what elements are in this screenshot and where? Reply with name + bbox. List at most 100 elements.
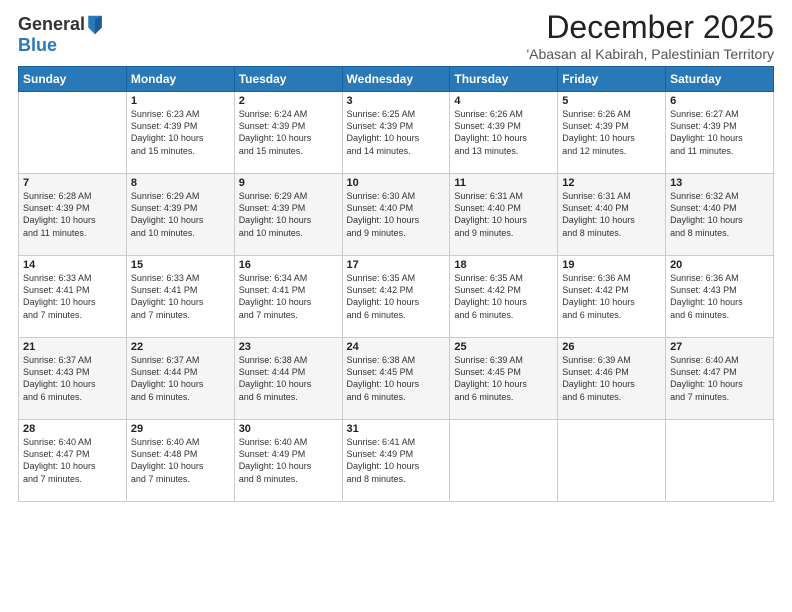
day-cell: 22Sunrise: 6:37 AM Sunset: 4:44 PM Dayli… (126, 338, 234, 420)
day-number: 11 (454, 177, 553, 189)
day-number: 3 (347, 95, 446, 107)
day-info: Sunrise: 6:40 AM Sunset: 4:48 PM Dayligh… (131, 436, 230, 485)
day-number: 24 (347, 341, 446, 353)
week-row-5: 28Sunrise: 6:40 AM Sunset: 4:47 PM Dayli… (19, 420, 774, 502)
day-cell (450, 420, 558, 502)
day-info: Sunrise: 6:33 AM Sunset: 4:41 PM Dayligh… (131, 272, 230, 321)
day-info: Sunrise: 6:40 AM Sunset: 4:47 PM Dayligh… (670, 354, 769, 403)
day-cell: 28Sunrise: 6:40 AM Sunset: 4:47 PM Dayli… (19, 420, 127, 502)
day-cell: 16Sunrise: 6:34 AM Sunset: 4:41 PM Dayli… (234, 256, 342, 338)
day-number: 23 (239, 341, 338, 353)
day-cell: 17Sunrise: 6:35 AM Sunset: 4:42 PM Dayli… (342, 256, 450, 338)
day-number: 5 (562, 95, 661, 107)
day-number: 14 (23, 259, 122, 271)
day-cell: 8Sunrise: 6:29 AM Sunset: 4:39 PM Daylig… (126, 174, 234, 256)
title-block: December 2025 'Abasan al Kabirah, Palest… (526, 10, 774, 62)
day-cell: 6Sunrise: 6:27 AM Sunset: 4:39 PM Daylig… (666, 92, 774, 174)
day-number: 16 (239, 259, 338, 271)
day-cell: 15Sunrise: 6:33 AM Sunset: 4:41 PM Dayli… (126, 256, 234, 338)
day-number: 19 (562, 259, 661, 271)
day-cell: 11Sunrise: 6:31 AM Sunset: 4:40 PM Dayli… (450, 174, 558, 256)
day-info: Sunrise: 6:23 AM Sunset: 4:39 PM Dayligh… (131, 108, 230, 157)
day-info: Sunrise: 6:28 AM Sunset: 4:39 PM Dayligh… (23, 190, 122, 239)
day-number: 13 (670, 177, 769, 189)
day-number: 2 (239, 95, 338, 107)
day-cell: 9Sunrise: 6:29 AM Sunset: 4:39 PM Daylig… (234, 174, 342, 256)
week-row-1: 1Sunrise: 6:23 AM Sunset: 4:39 PM Daylig… (19, 92, 774, 174)
day-info: Sunrise: 6:25 AM Sunset: 4:39 PM Dayligh… (347, 108, 446, 157)
day-cell: 1Sunrise: 6:23 AM Sunset: 4:39 PM Daylig… (126, 92, 234, 174)
logo-blue: Blue (18, 35, 57, 55)
day-number: 15 (131, 259, 230, 271)
day-number: 29 (131, 423, 230, 435)
day-cell: 7Sunrise: 6:28 AM Sunset: 4:39 PM Daylig… (19, 174, 127, 256)
day-info: Sunrise: 6:29 AM Sunset: 4:39 PM Dayligh… (239, 190, 338, 239)
day-info: Sunrise: 6:39 AM Sunset: 4:46 PM Dayligh… (562, 354, 661, 403)
header-row: SundayMondayTuesdayWednesdayThursdayFrid… (19, 67, 774, 92)
day-cell: 29Sunrise: 6:40 AM Sunset: 4:48 PM Dayli… (126, 420, 234, 502)
day-number: 27 (670, 341, 769, 353)
day-number: 25 (454, 341, 553, 353)
day-cell: 19Sunrise: 6:36 AM Sunset: 4:42 PM Dayli… (558, 256, 666, 338)
day-info: Sunrise: 6:26 AM Sunset: 4:39 PM Dayligh… (454, 108, 553, 157)
day-cell: 3Sunrise: 6:25 AM Sunset: 4:39 PM Daylig… (342, 92, 450, 174)
day-number: 7 (23, 177, 122, 189)
day-number: 28 (23, 423, 122, 435)
day-cell: 27Sunrise: 6:40 AM Sunset: 4:47 PM Dayli… (666, 338, 774, 420)
day-number: 31 (347, 423, 446, 435)
day-cell: 30Sunrise: 6:40 AM Sunset: 4:49 PM Dayli… (234, 420, 342, 502)
day-number: 30 (239, 423, 338, 435)
day-cell (558, 420, 666, 502)
month-title: December 2025 (526, 10, 774, 45)
day-cell: 14Sunrise: 6:33 AM Sunset: 4:41 PM Dayli… (19, 256, 127, 338)
day-cell: 20Sunrise: 6:36 AM Sunset: 4:43 PM Dayli… (666, 256, 774, 338)
logo-general: General (18, 15, 85, 35)
day-cell: 25Sunrise: 6:39 AM Sunset: 4:45 PM Dayli… (450, 338, 558, 420)
day-number: 4 (454, 95, 553, 107)
col-header-wednesday: Wednesday (342, 67, 450, 92)
day-cell: 21Sunrise: 6:37 AM Sunset: 4:43 PM Dayli… (19, 338, 127, 420)
day-info: Sunrise: 6:34 AM Sunset: 4:41 PM Dayligh… (239, 272, 338, 321)
day-number: 9 (239, 177, 338, 189)
header: General Blue December 2025 'Abasan al Ka… (18, 10, 774, 62)
day-cell: 26Sunrise: 6:39 AM Sunset: 4:46 PM Dayli… (558, 338, 666, 420)
day-cell: 18Sunrise: 6:35 AM Sunset: 4:42 PM Dayli… (450, 256, 558, 338)
day-info: Sunrise: 6:37 AM Sunset: 4:43 PM Dayligh… (23, 354, 122, 403)
day-info: Sunrise: 6:26 AM Sunset: 4:39 PM Dayligh… (562, 108, 661, 157)
day-cell: 24Sunrise: 6:38 AM Sunset: 4:45 PM Dayli… (342, 338, 450, 420)
week-row-4: 21Sunrise: 6:37 AM Sunset: 4:43 PM Dayli… (19, 338, 774, 420)
day-info: Sunrise: 6:39 AM Sunset: 4:45 PM Dayligh… (454, 354, 553, 403)
day-info: Sunrise: 6:29 AM Sunset: 4:39 PM Dayligh… (131, 190, 230, 239)
day-number: 17 (347, 259, 446, 271)
day-info: Sunrise: 6:40 AM Sunset: 4:49 PM Dayligh… (239, 436, 338, 485)
day-info: Sunrise: 6:38 AM Sunset: 4:44 PM Dayligh… (239, 354, 338, 403)
day-info: Sunrise: 6:35 AM Sunset: 4:42 PM Dayligh… (347, 272, 446, 321)
day-cell: 12Sunrise: 6:31 AM Sunset: 4:40 PM Dayli… (558, 174, 666, 256)
location-subtitle: 'Abasan al Kabirah, Palestinian Territor… (526, 46, 774, 62)
day-info: Sunrise: 6:35 AM Sunset: 4:42 PM Dayligh… (454, 272, 553, 321)
day-cell: 2Sunrise: 6:24 AM Sunset: 4:39 PM Daylig… (234, 92, 342, 174)
logo-icon (86, 14, 104, 36)
day-info: Sunrise: 6:31 AM Sunset: 4:40 PM Dayligh… (562, 190, 661, 239)
day-number: 18 (454, 259, 553, 271)
col-header-thursday: Thursday (450, 67, 558, 92)
day-number: 12 (562, 177, 661, 189)
col-header-tuesday: Tuesday (234, 67, 342, 92)
day-number: 22 (131, 341, 230, 353)
day-number: 6 (670, 95, 769, 107)
week-row-2: 7Sunrise: 6:28 AM Sunset: 4:39 PM Daylig… (19, 174, 774, 256)
page: General Blue December 2025 'Abasan al Ka… (0, 0, 792, 612)
week-row-3: 14Sunrise: 6:33 AM Sunset: 4:41 PM Dayli… (19, 256, 774, 338)
day-info: Sunrise: 6:41 AM Sunset: 4:49 PM Dayligh… (347, 436, 446, 485)
day-cell: 10Sunrise: 6:30 AM Sunset: 4:40 PM Dayli… (342, 174, 450, 256)
day-cell: 23Sunrise: 6:38 AM Sunset: 4:44 PM Dayli… (234, 338, 342, 420)
day-cell: 5Sunrise: 6:26 AM Sunset: 4:39 PM Daylig… (558, 92, 666, 174)
day-number: 20 (670, 259, 769, 271)
day-cell (666, 420, 774, 502)
day-cell (19, 92, 127, 174)
day-number: 26 (562, 341, 661, 353)
day-info: Sunrise: 6:33 AM Sunset: 4:41 PM Dayligh… (23, 272, 122, 321)
col-header-monday: Monday (126, 67, 234, 92)
logo: General Blue (18, 14, 104, 56)
day-info: Sunrise: 6:32 AM Sunset: 4:40 PM Dayligh… (670, 190, 769, 239)
